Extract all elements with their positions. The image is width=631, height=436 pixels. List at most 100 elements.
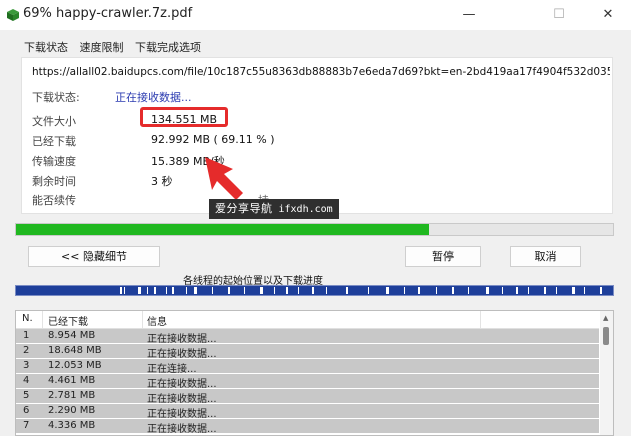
table-row[interactable]: 6 2.290 MB 正在接收数据...	[16, 404, 599, 420]
thread-segment-gap	[584, 287, 585, 294]
details-panel: https://allall02.baidupcs.com/file/10c18…	[21, 57, 613, 214]
thread-segment-gap	[346, 287, 348, 294]
threads-table: N. 已经下载 信息 1 8.954 MB 正在接收数据... 2 18.648…	[15, 310, 614, 436]
row-number: 2	[23, 345, 30, 356]
close-button[interactable]: ✕	[585, 0, 631, 30]
column-divider	[142, 311, 143, 328]
download-url: https://allall02.baidupcs.com/file/10c18…	[32, 66, 610, 78]
row-number: 7	[23, 420, 30, 431]
row-downloaded: 18.648 MB	[48, 345, 102, 356]
downloaded-value: 92.992 MB ( 69.11 % )	[151, 133, 275, 146]
red-arrow-icon	[205, 157, 243, 200]
thread-segment-gap	[436, 287, 437, 294]
row-number: 4	[23, 375, 30, 386]
status-label: 下载状态:	[32, 91, 80, 104]
remaining-time-label: 剩余时间	[32, 175, 76, 188]
thread-segment-gap	[124, 287, 125, 294]
thread-segment-gap	[556, 287, 557, 294]
row-downloaded: 8.954 MB	[48, 330, 96, 341]
row-number: 6	[23, 405, 30, 416]
thread-segment-gap	[418, 287, 420, 294]
thread-segment-gap	[154, 287, 156, 294]
window-title: 69% happy-crawler.7z.pdf	[23, 6, 193, 21]
threads-table-scrollbar[interactable]: ▲	[600, 311, 613, 435]
thread-segment-gap	[572, 287, 575, 294]
thread-segment-gap	[298, 287, 299, 294]
download-progress-bar	[15, 223, 614, 236]
thread-segment-gap	[120, 287, 122, 294]
pause-button[interactable]: 暂停	[405, 246, 481, 267]
cancel-button[interactable]: 取消	[510, 246, 581, 267]
thread-segment-gap	[147, 287, 148, 294]
thread-segment-gap	[312, 287, 314, 294]
thread-segment-gap	[502, 287, 503, 294]
scrollbar-thumb[interactable]	[603, 327, 609, 345]
thread-segment-gap	[528, 287, 529, 294]
status-value: 正在接收数据...	[115, 91, 192, 104]
column-header-info[interactable]: 信息	[147, 313, 167, 328]
row-info: 正在接收数据...	[147, 409, 217, 420]
row-downloaded: 2.290 MB	[48, 405, 96, 416]
column-header-number[interactable]: N.	[22, 313, 33, 324]
thread-segment-gap	[166, 287, 167, 294]
thread-segment-gap	[286, 287, 288, 294]
row-info: 正在接收数据...	[147, 379, 217, 390]
thread-segment-gap	[452, 287, 454, 294]
watermark-text-a: 爱分享导航	[215, 202, 273, 215]
thread-segment-gap	[194, 287, 197, 294]
tab-strip: 下载状态 速度限制 下载完成选项	[24, 39, 209, 55]
resume-label: 能否续传	[32, 194, 76, 207]
thread-segment-gap	[244, 287, 245, 294]
thread-segments-graphic	[120, 287, 602, 294]
minimize-button[interactable]: —	[446, 0, 492, 30]
scroll-up-arrow-icon[interactable]: ▲	[603, 314, 608, 322]
thread-segment-gap	[138, 287, 141, 294]
table-row[interactable]: 1 8.954 MB 正在接收数据...	[16, 329, 599, 345]
thread-segment-gap	[544, 287, 546, 294]
app-icon	[7, 9, 19, 21]
row-downloaded: 12.053 MB	[48, 360, 102, 371]
column-header-downloaded[interactable]: 已经下载	[48, 313, 88, 328]
table-row[interactable]: 3 12.053 MB 正在连接...	[16, 359, 599, 375]
thread-segment-gap	[404, 287, 405, 294]
thread-segment-gap	[368, 287, 369, 294]
file-size-highlight-box	[140, 107, 228, 127]
row-info: 正在接收数据...	[147, 424, 217, 435]
maximize-button[interactable]: ☐	[536, 0, 582, 30]
thread-segment-gap	[228, 287, 230, 294]
row-info: 正在接收数据...	[147, 394, 217, 405]
watermark: 爱分享导航 ifxdh.com	[209, 199, 339, 219]
table-row[interactable]: 2 18.648 MB 正在接收数据...	[16, 344, 599, 360]
column-divider	[42, 311, 43, 328]
tab-download-status[interactable]: 下载状态	[24, 39, 68, 55]
row-number: 1	[23, 330, 30, 341]
thread-segment-gap	[516, 287, 518, 294]
row-downloaded: 4.336 MB	[48, 420, 96, 431]
hide-details-button[interactable]: << 隐藏细节	[28, 246, 160, 267]
row-number: 3	[23, 360, 30, 371]
row-info: 正在接收数据...	[147, 349, 217, 360]
table-row[interactable]: 4 4.461 MB 正在接收数据...	[16, 374, 599, 390]
downloaded-label: 已经下载	[32, 135, 76, 148]
download-progress-fill	[16, 224, 429, 235]
row-info: 正在接收数据...	[147, 334, 217, 345]
table-row[interactable]: 5 2.781 MB 正在接收数据...	[16, 389, 599, 405]
file-size-label: 文件大小	[32, 115, 76, 128]
watermark-text-b: ifxdh.com	[278, 204, 333, 215]
thread-segment-gap	[486, 287, 489, 294]
title-bar: 69% happy-crawler.7z.pdf — ☐ ✕	[0, 0, 631, 30]
thread-segment-gap	[172, 287, 174, 294]
row-downloaded: 4.461 MB	[48, 375, 96, 386]
speed-label: 传输速度	[32, 155, 76, 168]
tab-completion-options[interactable]: 下载完成选项	[135, 39, 201, 55]
table-row[interactable]: 7 4.336 MB 正在接收数据...	[16, 419, 599, 435]
remaining-time-value: 3 秒	[151, 175, 173, 188]
row-info: 正在连接...	[147, 364, 197, 375]
row-number: 5	[23, 390, 30, 401]
thread-segment-gap	[386, 287, 389, 294]
tab-speed-limit[interactable]: 速度限制	[80, 39, 124, 55]
thread-segment-gap	[600, 287, 602, 294]
thread-segment-gap	[212, 287, 213, 294]
thread-segment-gap	[468, 287, 469, 294]
row-downloaded: 2.781 MB	[48, 390, 96, 401]
